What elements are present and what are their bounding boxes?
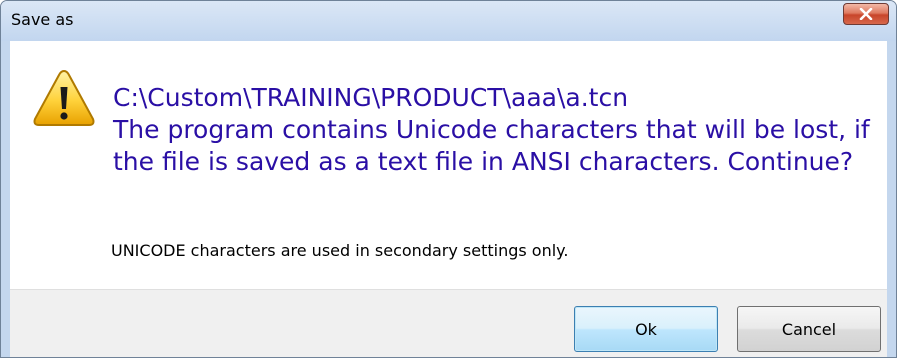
close-button[interactable] <box>843 3 889 25</box>
title-bar[interactable]: Save as <box>1 1 896 41</box>
button-bar: Ok Cancel <box>10 289 887 357</box>
dialog-content: C:\Custom\TRAINING\PRODUCT\aaa\a.tcn The… <box>10 41 887 357</box>
main-message: C:\Custom\TRAINING\PRODUCT\aaa\a.tcn The… <box>113 82 893 178</box>
warning-text: The program contains Unicode characters … <box>113 115 870 176</box>
file-path: C:\Custom\TRAINING\PRODUCT\aaa\a.tcn <box>113 83 629 112</box>
close-icon <box>859 8 873 20</box>
ok-button[interactable]: Ok <box>574 306 718 352</box>
secondary-message: UNICODE characters are used in secondary… <box>111 241 569 260</box>
dialog-title: Save as <box>11 10 74 29</box>
cancel-button[interactable]: Cancel <box>737 306 881 352</box>
warning-icon <box>33 69 95 126</box>
save-as-dialog: Save as C:\Custom\TRAINING\PRODUCT\aaa\a… <box>0 0 897 358</box>
